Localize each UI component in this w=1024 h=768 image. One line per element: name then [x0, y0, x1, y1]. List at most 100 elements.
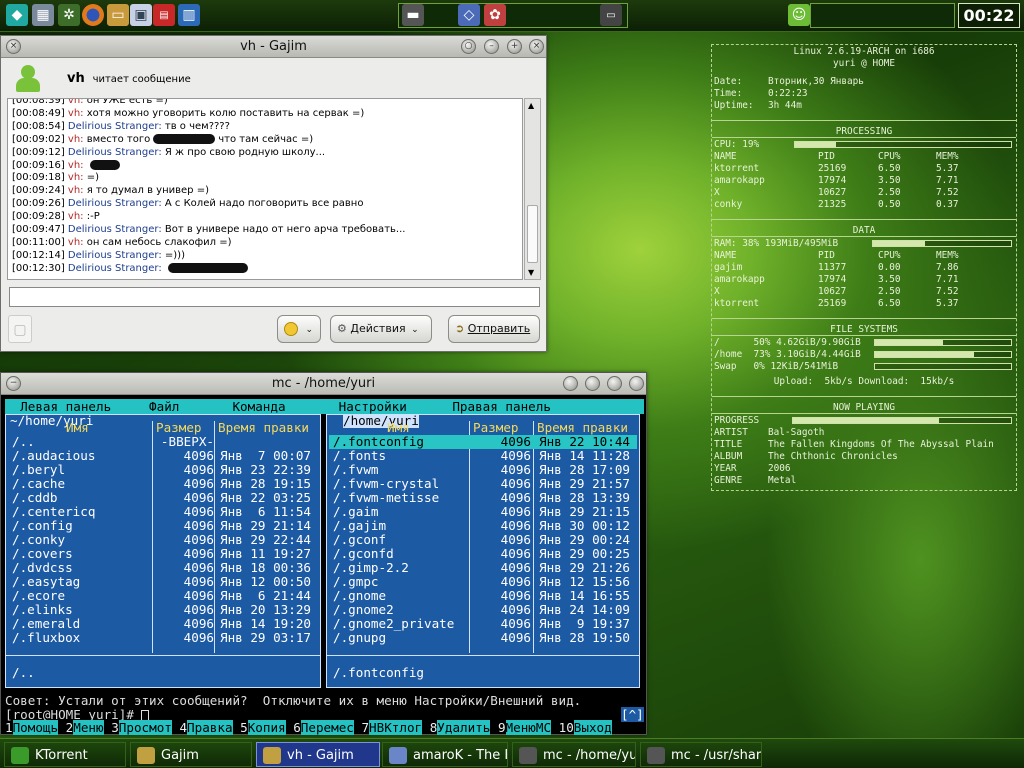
- fkey-3[interactable]: 3Просмот: [104, 720, 172, 735]
- settings-icon[interactable]: ✲: [58, 4, 80, 26]
- file-row[interactable]: /.gnupg 4096 Янв 28 19:50: [329, 631, 637, 645]
- send-button[interactable]: ➲ Отправить: [448, 315, 540, 343]
- taskbar-item[interactable]: mc - /usr/share: [640, 742, 762, 767]
- file-row[interactable]: /.elinks 4096 Янв 20 13:29: [8, 603, 318, 617]
- scroll-down-icon[interactable]: ▼: [528, 268, 534, 277]
- file-row[interactable]: /.fonts 4096 Янв 14 11:28: [329, 449, 637, 463]
- file-row[interactable]: /.gconf 4096 Янв 29 00:24: [329, 533, 637, 547]
- calculator-icon[interactable]: ▦: [32, 4, 54, 26]
- fkey-10[interactable]: 10Выход: [551, 720, 612, 735]
- file-row[interactable]: /.cddb 4096 Янв 22 03:25: [8, 491, 318, 505]
- filesystem-bar: [874, 339, 1012, 346]
- file-row[interactable]: /.gmpc 4096 Янв 12 15:56: [329, 575, 637, 589]
- label: Time:: [714, 88, 743, 99]
- file-row[interactable]: /.beryl 4096 Янв 23 22:39: [8, 463, 318, 477]
- terminal-icon[interactable]: ▭: [600, 4, 622, 26]
- label: TITLE: [714, 439, 743, 450]
- image-icon[interactable]: ▣: [130, 4, 152, 26]
- file-row[interactable]: /.gimp-2.2 4096 Янв 29 21:26: [329, 561, 637, 575]
- col-header: MEM%: [936, 151, 959, 162]
- fkey-1[interactable]: 1Помощь: [5, 720, 59, 735]
- fkey-8[interactable]: 8Удалить: [422, 720, 491, 735]
- shade-icon[interactable]: [563, 376, 578, 391]
- file-row[interactable]: /.fvwm 4096 Янв 28 17:09: [329, 463, 637, 477]
- maximize-icon[interactable]: +: [507, 39, 522, 54]
- file-row[interactable]: /.cache 4096 Янв 28 19:15: [8, 477, 318, 491]
- fkey-4[interactable]: 4Правка: [172, 720, 233, 735]
- file-row[interactable]: /.dvdcss 4096 Янв 18 00:36: [8, 561, 318, 575]
- maximize-icon[interactable]: [607, 376, 622, 391]
- actions-button[interactable]: ⚙ Действия ⌄: [330, 315, 432, 343]
- file-row[interactable]: /.gnome2_private 4096 Янв 9 19:37: [329, 617, 637, 631]
- chat-message: [00:08:39] vh: он УЖЕ есть =): [12, 99, 518, 108]
- file-row[interactable]: /.conky 4096 Янв 29 22:44: [8, 533, 318, 547]
- gem-icon[interactable]: ◆: [6, 4, 28, 26]
- chat-log[interactable]: [00:08:39] vh: он УЖЕ есть =) [00:08:49] …: [7, 98, 523, 280]
- mc-function-keys[interactable]: 1Помощь 2Меню 3Просмот 4Правка 5Копия 6П…: [5, 720, 644, 735]
- history-indicator[interactable]: [^]: [621, 707, 644, 722]
- file-row[interactable]: /.fvwm-crystal 4096 Янв 29 21:57: [329, 477, 637, 491]
- file-row[interactable]: /.gnome2 4096 Янв 24 14:09: [329, 603, 637, 617]
- gajim-titlebar[interactable]: × vh - Gajim ○ – + ×: [1, 36, 546, 58]
- file-row[interactable]: /.gnome 4096 Янв 14 16:55: [329, 589, 637, 603]
- file-row[interactable]: /.gconfd 4096 Янв 29 00:25: [329, 547, 637, 561]
- pager[interactable]: [398, 3, 628, 28]
- editor-icon[interactable]: ▥: [178, 4, 200, 26]
- disk-icon[interactable]: ▭: [107, 4, 129, 26]
- file-time: Янв 23 22:39: [220, 462, 311, 477]
- cell: 11377: [818, 262, 847, 273]
- amarok-icon[interactable]: ◇: [458, 4, 480, 26]
- message-sender: vh:: [67, 172, 87, 184]
- fkey-7[interactable]: 7НВКтлог: [354, 720, 423, 735]
- file-row[interactable]: /.audacious 4096 Янв 7 00:07: [8, 449, 318, 463]
- chat-scrollbar[interactable]: ▲ ▼: [524, 98, 541, 280]
- clock[interactable]: 00:22: [958, 3, 1020, 28]
- menu-icon[interactable]: −: [6, 376, 21, 391]
- mc-left-panel[interactable]: ~/home/yuri Имя Размер Время правки /.. -…: [5, 414, 321, 688]
- file-row[interactable]: /.fvwm-metisse 4096 Янв 28 13:39: [329, 491, 637, 505]
- file-row[interactable]: /.covers 4096 Янв 11 19:27: [8, 547, 318, 561]
- file-transfer-icon[interactable]: ▢: [8, 315, 32, 343]
- close-icon[interactable]: [629, 376, 644, 391]
- file-row[interactable]: /.gaim 4096 Янв 29 21:15: [329, 505, 637, 519]
- minimize-icon[interactable]: [585, 376, 600, 391]
- fkey-2[interactable]: 2Меню: [58, 720, 104, 735]
- scroll-thumb[interactable]: [527, 205, 538, 263]
- separator: [712, 219, 1016, 220]
- firefox-icon[interactable]: [82, 4, 104, 26]
- taskbar-item[interactable]: vh - Gajim: [256, 742, 380, 767]
- user-icon[interactable]: ☺: [788, 4, 810, 26]
- file-row[interactable]: /.fontconfig 4096 Янв 22 10:44: [329, 435, 637, 449]
- file-row[interactable]: /.ecore 4096 Янв 6 21:44: [8, 589, 318, 603]
- screen-icon[interactable]: ▬: [402, 4, 424, 26]
- scroll-up-icon[interactable]: ▲: [528, 101, 534, 110]
- file-row[interactable]: /.. -ВВЕРХ-: [8, 435, 318, 449]
- message-input[interactable]: [9, 287, 540, 307]
- fkey-6[interactable]: 6Перемес: [286, 720, 354, 735]
- fkey-5[interactable]: 5Копия: [233, 720, 286, 735]
- image-viewer-icon[interactable]: ✿: [484, 4, 506, 26]
- taskbar-item[interactable]: KTorrent: [4, 742, 126, 767]
- mc-menu-bar[interactable]: Левая панель Файл Команда Настройки Прав…: [5, 399, 644, 414]
- file-row[interactable]: /.easytag 4096 Янв 12 00:50: [8, 575, 318, 589]
- calendar-icon[interactable]: ▤: [153, 4, 175, 26]
- mc-titlebar[interactable]: − mc - /home/yuri: [1, 373, 646, 395]
- minimize-icon[interactable]: –: [484, 39, 499, 54]
- close-icon[interactable]: ×: [6, 39, 21, 54]
- file-name: /.conky: [12, 532, 66, 547]
- emoticon-button[interactable]: ⌄: [277, 315, 321, 343]
- file-row[interactable]: /.gajim 4096 Янв 30 00:12: [329, 519, 637, 533]
- taskbar-item[interactable]: mc - /home/yuri: [512, 742, 636, 767]
- file-row[interactable]: /.fluxbox 4096 Янв 29 03:17: [8, 631, 318, 645]
- file-time: Янв 29 21:26: [539, 560, 630, 575]
- file-row[interactable]: /.centericq 4096 Янв 6 11:54: [8, 505, 318, 519]
- fkey-9[interactable]: 9МенюМС: [490, 720, 552, 735]
- file-row[interactable]: /.config 4096 Янв 29 21:14: [8, 519, 318, 533]
- menu-icon[interactable]: ○: [461, 39, 476, 54]
- taskbar-item[interactable]: Gajim: [130, 742, 252, 767]
- mc-right-panel[interactable]: /home/yuri Имя Размер Время правки /.fon…: [326, 414, 640, 688]
- message-text: =))): [164, 249, 185, 261]
- close-icon[interactable]: ×: [529, 39, 544, 54]
- taskbar-item[interactable]: amaroK - The Fa: [382, 742, 508, 767]
- file-row[interactable]: /.emerald 4096 Янв 14 19:20: [8, 617, 318, 631]
